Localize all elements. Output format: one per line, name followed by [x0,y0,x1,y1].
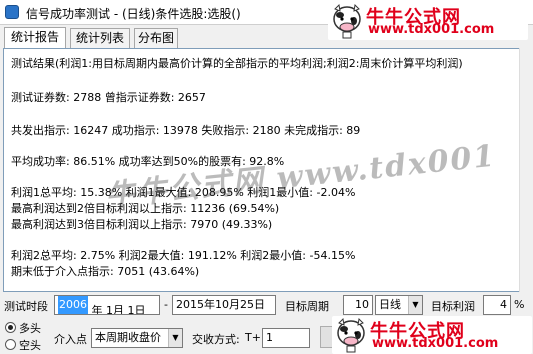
trade-mode-input[interactable]: 1 [262,328,310,348]
start-date-rest: 年 1月 1日 [91,304,146,315]
target-profit-unit: % [514,298,525,311]
report-line-profit2: 利润2总平均: 2.75% 利润2最大值: 191.12% 利润2最小值: -5… [11,249,356,262]
report-line-below-entry: 期末低于介入点指示: 7051 (43.64%) [11,265,200,278]
date-separator: - [164,298,168,311]
brand-url: www.tdx001.com [372,336,499,351]
end-date-picker[interactable]: 2015年10月25日 [172,295,276,315]
report-line-securities: 测试证券数: 2788 曾指示证券数: 2657 [11,91,206,104]
start-date-picker[interactable]: 2006 年 1月 1日 [54,295,160,315]
watermark-text: 牛牛公式网 www.tdx001 [103,138,498,215]
period-unit-select[interactable]: 日线 ▼ [375,295,423,315]
chevron-down-icon[interactable]: ▼ [408,296,422,314]
radio-short-label: 空头 [19,339,41,352]
tab-distribution-chart[interactable]: 分布图 [134,28,178,48]
app-icon [5,5,19,19]
entry-point-select[interactable]: 本周期收盘价 ▼ [91,328,183,348]
brand-logo: 牛牛公式网 www.tdx001.com [328,2,528,40]
brand-logo-bottom: 牛牛公式网 www.tdx001.com [332,316,532,354]
start-year-selected: 2006 [58,296,88,314]
trade-mode-prefix: T+ [245,331,261,344]
cow-logo-icon [333,3,361,39]
tab-statistics-list[interactable]: 统计列表 [70,28,130,48]
tab-statistics-report[interactable]: 统计报告 [4,27,66,49]
trade-mode-label: 交收方式: [192,333,240,346]
radio-long[interactable] [5,322,16,333]
test-period-label: 测试时段 [4,300,48,313]
report-line-signals: 共发出指示: 16247 成功指示: 13978 失败指示: 2180 未完成指… [11,124,361,137]
brand-url: www.tdx001.com [368,22,495,37]
period-unit-value: 日线 [379,298,401,311]
entry-point-value: 本周期收盘价 [95,331,161,344]
report-text-area[interactable]: 测试结果(利润1:用目标周期内最高价计算的全部指示的平均利润;利润2:周末价计算… [3,48,529,292]
target-profit-label: 目标利润 [431,300,475,313]
report-line-header: 测试结果(利润1:用目标周期内最高价计算的全部指示的平均利润;利润2:周末价计算… [11,57,463,70]
chevron-down-icon[interactable]: ▼ [168,329,182,347]
target-profit-input[interactable]: 4 [483,295,511,315]
target-period-label: 目标周期 [285,300,329,313]
radio-short[interactable] [5,339,16,350]
radio-long-label: 多头 [19,322,41,335]
report-scrollbar[interactable] [519,48,529,292]
target-period-input[interactable]: 10 [343,295,373,315]
window-title: 信号成功率测试 - (日线)条件选股:选股() [26,7,241,21]
cow-logo-icon [337,317,365,353]
entry-point-label: 介入点 [54,333,87,346]
report-line-3x-target: 最高利润达到3倍目标利润以上指示: 7970 (49.33%) [11,218,273,231]
